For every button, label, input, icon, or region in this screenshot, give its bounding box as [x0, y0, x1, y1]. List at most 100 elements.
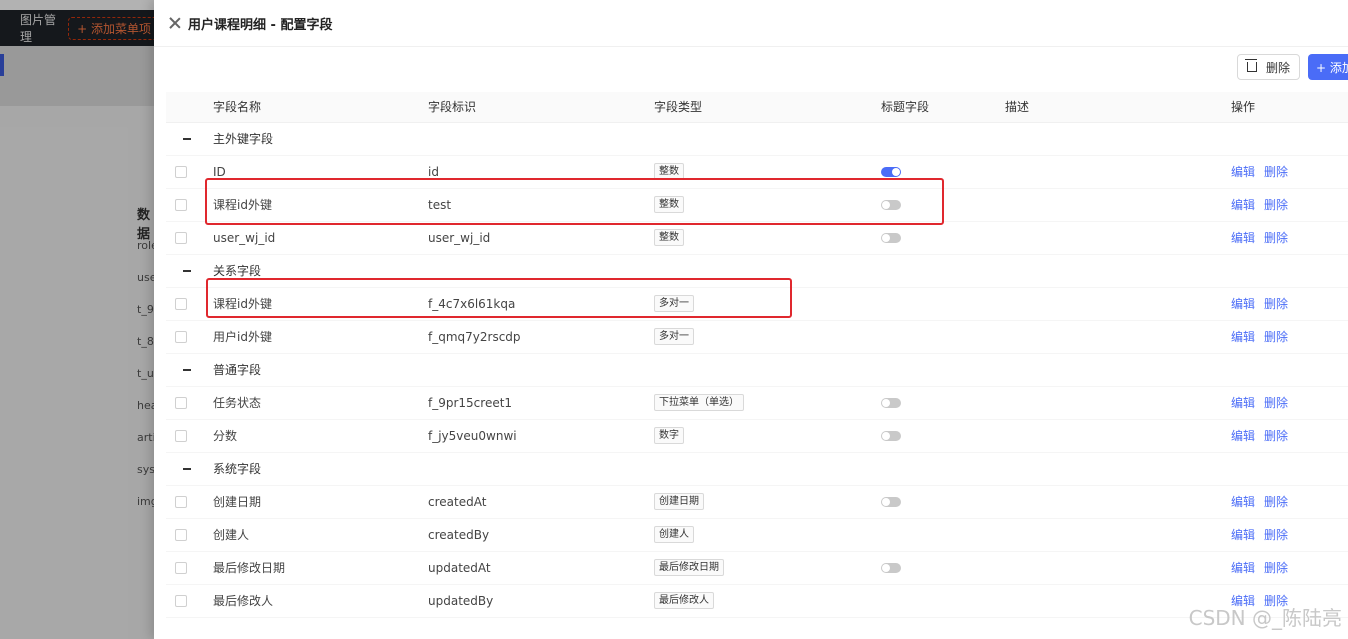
edit-link[interactable]: 编辑	[1231, 165, 1255, 179]
row-checkbox[interactable]	[175, 231, 187, 244]
delete-link[interactable]: 删除	[1264, 561, 1288, 575]
row-checkbox[interactable]	[175, 429, 187, 442]
edit-link[interactable]: 编辑	[1231, 330, 1255, 344]
field-key: updatedAt	[428, 551, 654, 585]
group-row: 系统字段	[166, 452, 1348, 486]
field-name: 课程id外键	[201, 188, 428, 222]
row-checkbox[interactable]	[175, 198, 187, 211]
edit-link[interactable]: 编辑	[1231, 396, 1255, 410]
table-row: ID id 整数 编辑 删除	[166, 155, 1348, 189]
field-key: f_4c7x6l61kqa	[428, 287, 654, 321]
edit-link[interactable]: 编辑	[1231, 495, 1255, 509]
field-config-drawer: 用户课程明细 - 配置字段 删除 + 添加 字段名称 字段标识 字段类型 标题字…	[154, 0, 1348, 639]
title-field-switch[interactable]	[881, 496, 901, 507]
title-field-switch[interactable]	[881, 199, 901, 210]
title-field-switch[interactable]	[881, 430, 901, 441]
field-key: f_9pr15creet1	[428, 386, 654, 420]
title-field-switch[interactable]	[881, 166, 901, 177]
row-checkbox[interactable]	[175, 297, 187, 310]
delete-link[interactable]: 删除	[1264, 198, 1288, 212]
row-checkbox[interactable]	[175, 594, 187, 607]
delete-link[interactable]: 删除	[1264, 528, 1288, 542]
field-type-tag: 多对一	[654, 328, 694, 345]
field-type-tag: 创建日期	[654, 493, 704, 510]
field-name: user_wj_id	[201, 221, 428, 255]
field-key: createdBy	[428, 518, 654, 552]
group-label: 系统字段	[201, 452, 1348, 486]
delete-link[interactable]: 删除	[1264, 396, 1288, 410]
field-name: 任务状态	[201, 386, 428, 420]
collapse-minus-icon[interactable]	[183, 270, 191, 272]
column-header-type: 字段类型	[654, 92, 881, 123]
collapse-minus-icon[interactable]	[183, 468, 191, 470]
field-description	[1005, 485, 1231, 519]
row-checkbox[interactable]	[175, 561, 187, 574]
delete-link[interactable]: 删除	[1264, 165, 1288, 179]
drawer-overlay-mask[interactable]	[0, 0, 154, 639]
row-checkbox[interactable]	[175, 528, 187, 541]
field-type-tag: 最后修改人	[654, 592, 714, 609]
close-icon[interactable]	[168, 16, 182, 30]
table-row: 最后修改人 updatedBy 最后修改人 编辑 删除	[166, 584, 1348, 618]
delete-button[interactable]: 删除	[1236, 54, 1300, 80]
table-row: 任务状态 f_9pr15creet1 下拉菜单（单选） 编辑 删除	[166, 386, 1348, 420]
edit-link[interactable]: 编辑	[1231, 429, 1255, 443]
field-name: 最后修改日期	[201, 551, 428, 585]
field-type-tag: 数字	[654, 427, 684, 444]
title-field-switch[interactable]	[881, 397, 901, 408]
field-description	[1005, 287, 1231, 321]
table-row: 用户id外键 f_qmq7y2rscdp 多对一 编辑 删除	[166, 320, 1348, 354]
field-key: test	[428, 188, 654, 222]
column-header-name: 字段名称	[201, 92, 428, 123]
table-row: user_wj_id user_wj_id 整数 编辑 删除	[166, 221, 1348, 255]
title-field-switch[interactable]	[881, 562, 901, 573]
field-key: id	[428, 155, 654, 189]
table-row: 创建人 createdBy 创建人 编辑 删除	[166, 518, 1348, 552]
table-row: 创建日期 createdAt 创建日期 编辑 删除	[166, 485, 1348, 519]
field-description	[1005, 320, 1231, 354]
drawer-toolbar: 删除 + 添加	[1236, 54, 1348, 80]
field-name: 分数	[201, 419, 428, 453]
column-header-key: 字段标识	[428, 92, 654, 123]
edit-link[interactable]: 编辑	[1231, 198, 1255, 212]
delete-link[interactable]: 删除	[1264, 330, 1288, 344]
fields-table: 字段名称 字段标识 字段类型 标题字段 描述 操作 主外键字段 ID id 整数 编辑删…	[166, 92, 1348, 618]
title-field-switch[interactable]	[881, 232, 901, 243]
delete-link[interactable]: 删除	[1264, 231, 1288, 245]
table-header-row: 字段名称 字段标识 字段类型 标题字段 描述 操作	[166, 92, 1348, 123]
field-type-tag: 下拉菜单（单选）	[654, 394, 744, 411]
collapse-minus-icon[interactable]	[183, 369, 191, 371]
field-description	[1005, 551, 1231, 585]
column-header-actions: 操作	[1231, 92, 1348, 123]
field-key: updatedBy	[428, 584, 654, 618]
field-name: 创建人	[201, 518, 428, 552]
field-key: f_jy5veu0wnwi	[428, 419, 654, 453]
field-description	[1005, 188, 1231, 222]
edit-link[interactable]: 编辑	[1231, 297, 1255, 311]
row-checkbox[interactable]	[175, 330, 187, 343]
field-type-tag: 整数	[654, 229, 684, 246]
edit-link[interactable]: 编辑	[1231, 561, 1255, 575]
field-type-tag: 创建人	[654, 526, 694, 543]
add-field-button[interactable]: + 添加	[1308, 54, 1348, 80]
row-checkbox[interactable]	[175, 165, 187, 178]
group-row: 主外键字段	[166, 122, 1348, 156]
table-row: 课程id外键 f_4c7x6l61kqa 多对一 编辑 删除	[166, 287, 1348, 321]
field-type-tag: 多对一	[654, 295, 694, 312]
delete-link[interactable]: 删除	[1264, 297, 1288, 311]
field-name: 创建日期	[201, 485, 428, 519]
edit-link[interactable]: 编辑	[1231, 528, 1255, 542]
edit-link[interactable]: 编辑	[1231, 231, 1255, 245]
group-label: 普通字段	[201, 353, 1348, 387]
row-checkbox[interactable]	[175, 396, 187, 409]
field-name: 课程id外键	[201, 287, 428, 321]
collapse-minus-icon[interactable]	[183, 138, 191, 140]
drawer-header: 用户课程明细 - 配置字段	[154, 0, 1348, 47]
field-description	[1005, 518, 1231, 552]
field-key: user_wj_id	[428, 221, 654, 255]
delete-link[interactable]: 删除	[1264, 495, 1288, 509]
group-label: 关系字段	[201, 254, 1348, 288]
row-checkbox[interactable]	[175, 495, 187, 508]
field-type-tag: 整数	[654, 196, 684, 213]
delete-link[interactable]: 删除	[1264, 429, 1288, 443]
